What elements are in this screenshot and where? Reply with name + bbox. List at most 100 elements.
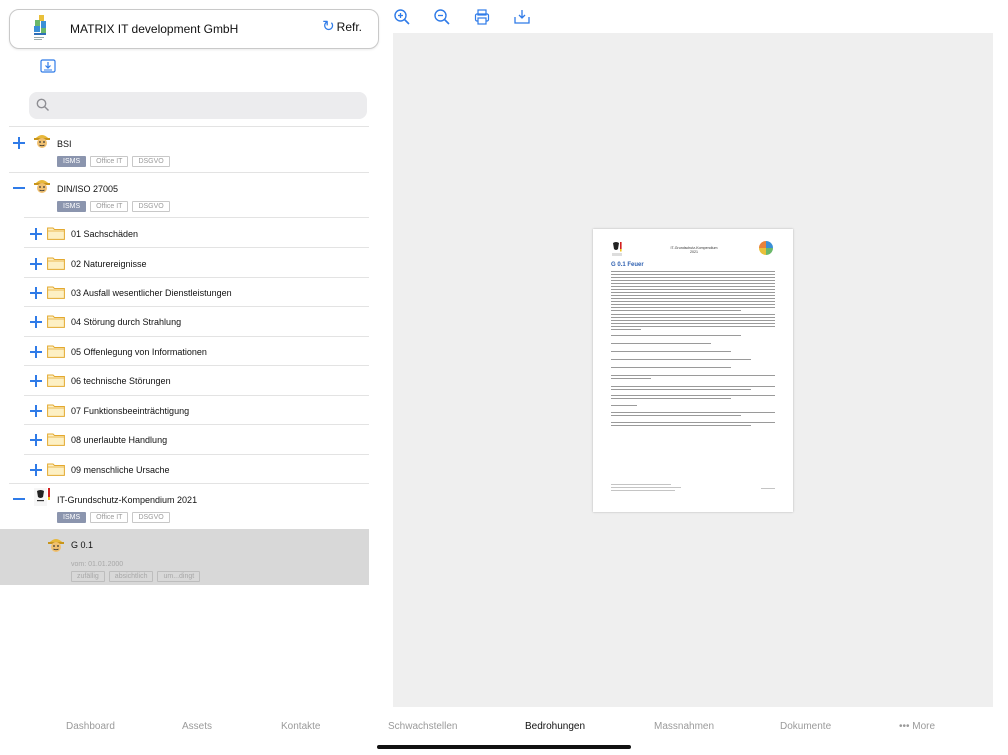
expand-bsi-button[interactable]	[13, 137, 25, 149]
bsi-logo-icon	[612, 242, 622, 256]
text-line	[611, 359, 751, 361]
threat-catalog-icon	[34, 135, 50, 148]
tab-dokumente[interactable]: Dokumente	[780, 721, 831, 732]
search-field[interactable]	[29, 92, 367, 119]
expand-folder-button[interactable]	[30, 258, 42, 270]
footer-line	[611, 487, 681, 489]
search-input[interactable]	[55, 96, 355, 115]
document-viewer[interactable]: IT-Grundschutz-Kompendium 2021 G 0.1 Feu…	[393, 33, 993, 707]
folder-label[interactable]: 06 technische Störungen	[71, 376, 171, 386]
tab-assets[interactable]: Assets	[182, 721, 212, 732]
tag-isms[interactable]: ISMS	[57, 201, 87, 212]
divider	[24, 454, 369, 455]
tab-bedrohungen[interactable]: Bedrohungen	[525, 721, 585, 732]
divider	[24, 395, 369, 396]
tag-office-it[interactable]: Office IT	[90, 156, 129, 167]
text-line	[611, 405, 637, 407]
footer-line	[611, 484, 671, 486]
document-toolbar	[393, 8, 531, 26]
tab-schwachstellen[interactable]: Schwachstellen	[388, 721, 457, 732]
tag-office-it[interactable]: Office IT	[90, 201, 129, 212]
text-line	[611, 398, 731, 400]
tag-group: ISMS Office IT DSGVO	[57, 156, 170, 167]
folder-icon	[47, 315, 65, 328]
expand-folder-button[interactable]	[30, 405, 42, 417]
folder-label[interactable]: 09 menschliche Ursache	[71, 465, 170, 475]
tag-zufaellig[interactable]: zufällig	[71, 571, 105, 582]
expand-folder-button[interactable]	[30, 434, 42, 446]
expand-folder-button[interactable]	[30, 464, 42, 476]
expand-folder-button[interactable]	[30, 346, 42, 358]
text-line	[611, 425, 751, 427]
tag-unbedingt[interactable]: um...dingt	[157, 571, 201, 582]
text-line	[611, 301, 775, 303]
app-window: MATRIX IT development GmbH ↻ Refr. BSI I…	[0, 0, 1008, 755]
text-line	[611, 389, 751, 391]
text-line	[611, 351, 731, 353]
tag-isms[interactable]: ISMS	[57, 156, 87, 167]
collapse-din-iso-button[interactable]	[13, 182, 25, 194]
collapse-it-grundschutz-button[interactable]	[13, 493, 25, 505]
folder-label[interactable]: 05 Offenlegung von Informationen	[71, 347, 207, 357]
tag-isms[interactable]: ISMS	[57, 512, 87, 523]
folder-label[interactable]: 08 unerlaubte Handlung	[71, 435, 167, 445]
zoom-in-icon[interactable]	[393, 8, 411, 26]
text-line	[611, 329, 641, 331]
home-indicator[interactable]	[377, 745, 631, 749]
tab-kontakte[interactable]: Kontakte	[281, 721, 320, 732]
folder-label[interactable]: 02 Naturereignisse	[71, 259, 147, 269]
text-line	[611, 274, 775, 276]
divider	[24, 424, 369, 425]
tag-absichtlich[interactable]: absichtlich	[108, 571, 154, 582]
text-line	[611, 375, 775, 377]
text-line	[611, 386, 775, 388]
tab-dashboard[interactable]: Dashboard	[66, 721, 115, 732]
folder-label[interactable]: 07 Funktionsbeeinträchtigung	[71, 406, 189, 416]
print-icon[interactable]	[473, 8, 491, 26]
text-line	[611, 395, 775, 397]
text-line	[611, 283, 775, 285]
export-icon[interactable]	[40, 59, 56, 73]
tag-dsgvo[interactable]: DSGVO	[132, 201, 170, 212]
expand-folder-button[interactable]	[30, 228, 42, 240]
folder-icon	[47, 227, 65, 240]
refresh-button[interactable]: ↻ Refr.	[322, 19, 362, 34]
bsi-eagle-icon	[34, 488, 50, 506]
share-icon[interactable]	[513, 8, 531, 26]
folder-label[interactable]: 03 Ausfall wesentlicher Dienstleistungen	[71, 288, 232, 298]
tree-node-label[interactable]: IT-Grundschutz-Kompendium 2021	[57, 495, 197, 505]
tab-massnahmen[interactable]: Massnahmen	[654, 721, 714, 732]
text-line	[611, 335, 741, 337]
divider	[9, 483, 369, 484]
company-logo-icon	[34, 15, 46, 40]
divider	[24, 365, 369, 366]
tag-dsgvo[interactable]: DSGVO	[132, 512, 170, 523]
text-line	[611, 295, 775, 297]
expand-folder-button[interactable]	[30, 287, 42, 299]
text-line	[611, 326, 775, 328]
threat-catalog-icon	[34, 180, 50, 193]
document-page: IT-Grundschutz-Kompendium 2021 G 0.1 Feu…	[593, 229, 793, 512]
tab-more[interactable]: ••• More	[899, 721, 935, 732]
tree-node-label[interactable]: DIN/ISO 27005	[57, 184, 118, 194]
zoom-out-icon[interactable]	[433, 8, 451, 26]
text-line	[611, 289, 775, 291]
text-line	[611, 280, 775, 282]
sidebar: MATRIX IT development GmbH ↻ Refr. BSI I…	[0, 0, 380, 710]
tag-group: ISMS Office IT DSGVO	[57, 512, 170, 523]
folder-icon	[47, 286, 65, 299]
folder-label[interactable]: 04 Störung durch Strahlung	[71, 317, 181, 327]
folder-label[interactable]: 01 Sachschäden	[71, 229, 138, 239]
divider	[24, 217, 369, 218]
tree-node-label[interactable]: BSI	[57, 139, 72, 149]
text-line	[611, 298, 775, 300]
tag-office-it[interactable]: Office IT	[90, 512, 129, 523]
text-line	[611, 320, 775, 322]
text-line	[611, 343, 711, 345]
company-selector[interactable]: MATRIX IT development GmbH ↻ Refr.	[9, 9, 379, 49]
expand-folder-button[interactable]	[30, 375, 42, 387]
chart-logo-icon	[759, 241, 773, 255]
text-line	[611, 286, 775, 288]
expand-folder-button[interactable]	[30, 316, 42, 328]
tag-dsgvo[interactable]: DSGVO	[132, 156, 170, 167]
